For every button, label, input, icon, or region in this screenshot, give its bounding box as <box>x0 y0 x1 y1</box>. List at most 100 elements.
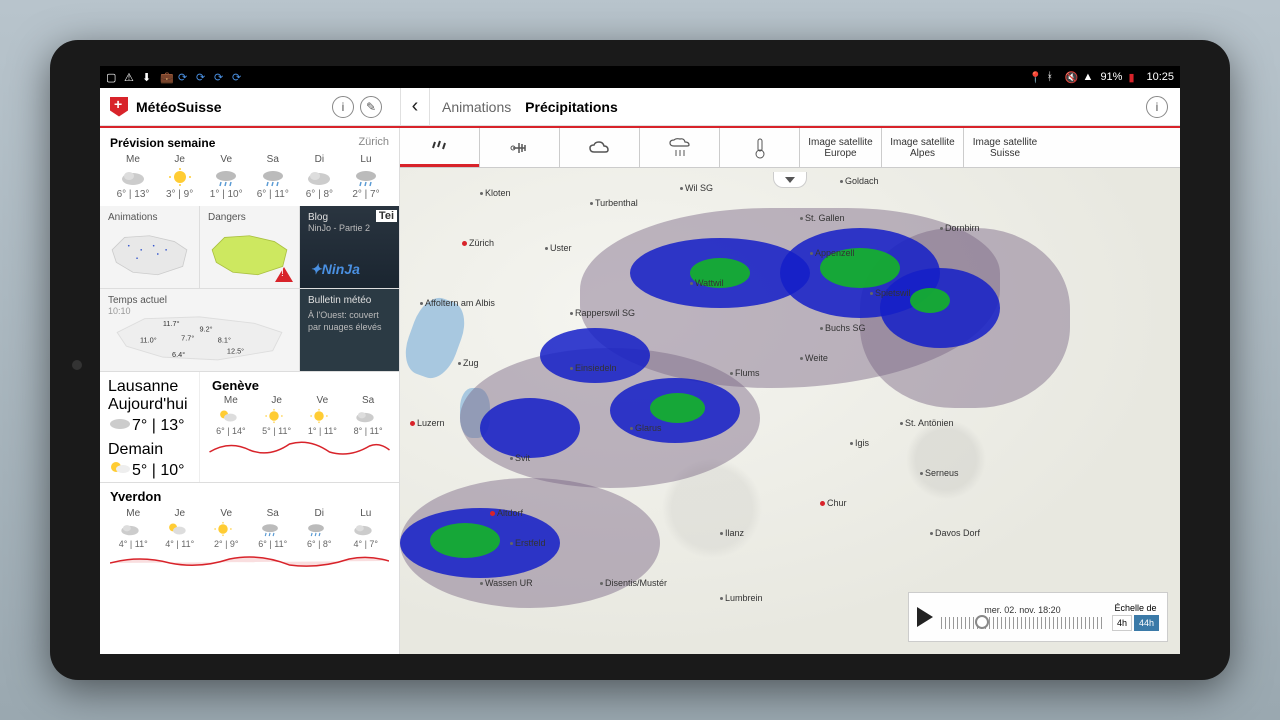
sync-icon: ⟳ <box>178 71 190 83</box>
map-label: Davos Dorf <box>930 528 980 538</box>
tile-bulletin[interactable]: Bulletin météo À l'Ouest: couvert par nu… <box>300 289 399 371</box>
breadcrumb-2: Précipitations <box>525 99 618 115</box>
animation-controls: mer. 02. nov. 18:20 Échelle de 4h 44h <box>908 592 1168 642</box>
forecast-day: Me6° | 13° <box>110 154 156 200</box>
clock: 10:25 <box>1146 71 1174 83</box>
map-toolbar: Image satellite Europe Image satellite A… <box>400 128 1180 168</box>
sync-icon: ⟳ <box>232 71 244 83</box>
forecast-day: Sa6° | 11° <box>250 154 296 200</box>
map-label: Goldach <box>840 176 879 186</box>
map-label: Lumbrein <box>720 593 763 603</box>
map-label: Buchs SG <box>820 323 866 333</box>
svg-text:7.7°: 7.7° <box>181 334 194 343</box>
map-label: Wattwil <box>690 278 724 288</box>
map-label: Wassen UR <box>480 578 533 588</box>
forecast-day: Me6° | 14° <box>211 395 251 436</box>
map-pane[interactable]: Image satellite Europe Image satellite A… <box>400 128 1180 654</box>
layer-snow[interactable] <box>640 128 720 167</box>
tile-dangers[interactable]: Dangers <box>200 206 299 288</box>
forecast-day: Di6° | 8° <box>299 508 339 549</box>
layer-temperature[interactable] <box>720 128 800 167</box>
map-label: Chur <box>820 498 847 508</box>
play-button[interactable] <box>917 607 933 627</box>
scale-4h[interactable]: 4h <box>1112 615 1132 631</box>
compass-icon[interactable]: ✎ <box>360 96 382 118</box>
map-label: St. Gallen <box>800 213 845 223</box>
card-geneve[interactable]: Genève Me6° | 14°Je5° | 11°Ve1° | 11°Sa8… <box>200 372 399 482</box>
image-icon: ▢ <box>106 71 118 83</box>
scale-44h[interactable]: 44h <box>1134 615 1159 631</box>
svg-text:8.1°: 8.1° <box>218 335 231 344</box>
svg-text:9.2°: 9.2° <box>200 325 213 334</box>
layer-clouds[interactable] <box>560 128 640 167</box>
card-lausanne[interactable]: Lausanne Aujourd'hui 7° | 13° Demain 5° … <box>100 372 200 482</box>
forecast-day: Je5° | 11° <box>257 395 297 436</box>
sunpart-icon <box>108 462 132 479</box>
tile-current-weather[interactable]: Temps actuel 10:10 11.7° 9.2° 7.7° 11.0°… <box>100 289 299 371</box>
map-label: St. Antönien <box>900 418 954 428</box>
map-label: Disentis/Mustér <box>600 578 667 588</box>
timeline[interactable]: mer. 02. nov. 18:20 <box>941 605 1104 629</box>
sync-icon: ⟳ <box>196 71 208 83</box>
wifi-icon: ▲ <box>1082 71 1094 83</box>
forecast-day: Je4° | 11° <box>160 508 200 549</box>
map-label: Serneus <box>920 468 959 478</box>
layer-sat-europe[interactable]: Image satellite Europe <box>800 128 882 167</box>
cloud-icon <box>108 417 132 434</box>
layer-wind[interactable] <box>480 128 560 167</box>
map-label: Spietswil <box>870 288 911 298</box>
map-label: Zürich <box>462 238 494 248</box>
timeline-thumb[interactable] <box>975 615 989 629</box>
warning-icon: ⚠ <box>124 71 136 83</box>
layer-sat-suisse[interactable]: Image satellite Suisse <box>964 128 1046 167</box>
battery-icon: ▮ <box>1128 71 1140 83</box>
warning-triangle-icon <box>275 267 293 282</box>
bluetooth-icon: ᚼ <box>1046 71 1058 83</box>
tile-animations[interactable]: Animations <box>100 206 199 288</box>
app-title: MétéoSuisse <box>136 99 222 115</box>
sync-icon: ⟳ <box>214 71 226 83</box>
svg-text:11.7°: 11.7° <box>163 319 180 328</box>
forecast-day: Lu4° | 7° <box>346 508 386 549</box>
breadcrumb-1[interactable]: Animations <box>442 99 511 115</box>
week-title: Prévision semaine <box>110 136 215 150</box>
map-label: Igis <box>850 438 869 448</box>
week-forecast[interactable]: Prévision semaine Zürich Me6° | 13°Je3° … <box>100 128 399 206</box>
layer-sat-alps[interactable]: Image satellite Alpes <box>882 128 964 167</box>
scale-label: Échelle de <box>1114 603 1156 613</box>
tile-blog[interactable]: Blog NinJo - Partie 2 Tei ✦NinJa <box>300 206 399 288</box>
download-icon: ⬇ <box>142 71 154 83</box>
forecast-day: Ve1° | 10° <box>203 154 249 200</box>
forecast-day: Sa8° | 11° <box>348 395 388 436</box>
svg-text:12.5°: 12.5° <box>227 346 244 355</box>
back-button[interactable]: ‹ <box>400 88 430 125</box>
map-label: Rapperswil SG <box>570 308 635 318</box>
forecast-day: Sa6° | 11° <box>253 508 293 549</box>
map-label: Einsiedeln <box>570 363 617 373</box>
map-label: Flums <box>730 368 760 378</box>
map-label: Uster <box>545 243 572 253</box>
card-yverdon[interactable]: Yverdon Me4° | 11°Je4° | 11°Ve2° | 9°Sa6… <box>100 482 399 573</box>
map-label: Zug <box>458 358 479 368</box>
map-label: Appenzell <box>810 248 855 258</box>
map-label: Altdorf <box>490 508 523 518</box>
forecast-day: Di6° | 8° <box>296 154 342 200</box>
forecast-day: Ve2° | 9° <box>206 508 246 549</box>
map-label: Kloten <box>480 188 511 198</box>
map-label: Svit <box>510 453 530 463</box>
mute-icon: 🔇 <box>1064 71 1076 83</box>
forecast-day: Ve1° | 11° <box>302 395 342 436</box>
map-label: Erstfeld <box>510 538 546 548</box>
svg-text:11.0°: 11.0° <box>140 335 157 344</box>
info-icon[interactable]: i <box>1146 96 1168 118</box>
app-brand[interactable]: MétéoSuisse i ✎ <box>100 96 400 118</box>
android-statusbar: ▢ ⚠ ⬇ 💼 ⟳ ⟳ ⟳ ⟳ 📍 ᚼ 🔇 ▲ 91% ▮ 10:25 <box>100 66 1180 88</box>
info-icon[interactable]: i <box>332 96 354 118</box>
map-label: Turbenthal <box>590 198 638 208</box>
forecast-day: Me4° | 11° <box>113 508 153 549</box>
svg-text:6.4°: 6.4° <box>172 350 185 359</box>
chevron-down-icon[interactable] <box>773 172 807 188</box>
battery-text: 91% <box>1100 71 1122 83</box>
layer-precipitation[interactable] <box>400 128 480 167</box>
map-label: Weite <box>800 353 828 363</box>
